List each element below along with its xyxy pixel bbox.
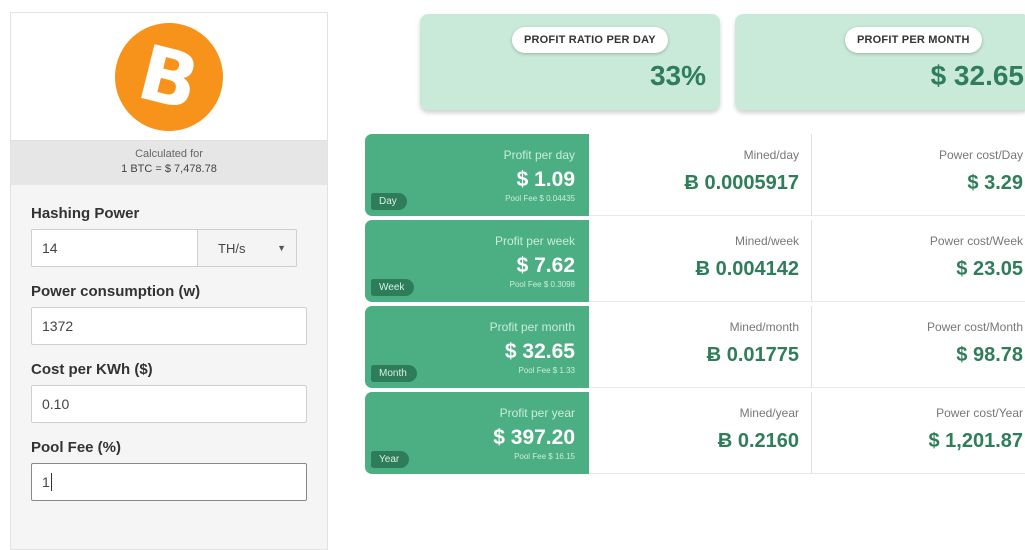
power-cost-cell: Power cost/Day $ 3.29	[812, 134, 1025, 216]
period-tag: Month	[371, 365, 417, 382]
bitcoin-logo-icon: B	[103, 11, 235, 142]
profit-label: Profit per year	[499, 406, 575, 420]
period-tag: Year	[371, 451, 410, 468]
hashing-power-label: Hashing Power	[31, 205, 140, 222]
calculated-for-label: Calculated for	[135, 148, 203, 160]
power-cost-label: Power cost/Month	[926, 320, 1023, 334]
calculator-form: Hashing Power 14 TH/s ▼ Power consumptio…	[11, 185, 327, 501]
results-table: Profit per day $ 1.09 Pool Fee $ 0.04435…	[365, 134, 1025, 478]
mined-label: Mined/day	[743, 148, 799, 162]
profit-cell: Profit per month $ 32.65 Pool Fee $ 1.33…	[365, 306, 589, 388]
mined-label: Mined/year	[739, 406, 799, 420]
results-row-day: Profit per day $ 1.09 Pool Fee $ 0.04435…	[365, 134, 1025, 216]
profit-value: $ 32.65	[504, 340, 575, 363]
profit-cell: Profit per day $ 1.09 Pool Fee $ 0.04435…	[365, 134, 589, 216]
power-cost-cell: Power cost/Year $ 1,201.87	[812, 392, 1025, 474]
power-cost-value: $ 3.29	[967, 172, 1023, 194]
pool-fee-label: Pool Fee (%)	[31, 439, 122, 456]
mined-cell: Mined/month Ƀ 0.01775	[589, 306, 812, 388]
pool-fee-input[interactable]: 1	[31, 463, 307, 501]
mined-value: Ƀ 0.2160	[717, 430, 799, 452]
power-cost-label: Power cost/Year	[936, 406, 1023, 420]
power-consumption-input[interactable]: 1372	[31, 307, 307, 345]
cost-per-kwh-label: Cost per KWh ($)	[31, 361, 153, 378]
mined-value: Ƀ 0.01775	[706, 344, 799, 366]
hashing-power-input[interactable]: 14	[31, 229, 197, 267]
results-row-month: Profit per month $ 32.65 Pool Fee $ 1.33…	[365, 306, 1025, 388]
logo-area: B	[11, 11, 327, 142]
power-cost-value: $ 98.78	[956, 344, 1023, 366]
results-row-week: Profit per week $ 7.62 Pool Fee $ 0.3098…	[365, 220, 1025, 302]
profit-value: $ 7.62	[516, 254, 575, 277]
profit-month-value: $ 32.65	[930, 60, 1024, 91]
profit-label: Profit per day	[503, 148, 575, 162]
power-cost-label: Power cost/Day	[938, 148, 1023, 162]
pool-fee-value: 1	[42, 474, 50, 490]
profit-value: $ 397.20	[493, 426, 575, 449]
mined-value: Ƀ 0.0005917	[684, 172, 799, 194]
btc-rate: 1 BTC = $ 7,478.78	[121, 163, 217, 175]
profit-label: Profit per week	[494, 234, 575, 248]
hashing-power-row: 14 TH/s ▼	[31, 229, 307, 267]
cost-per-kwh-input[interactable]: 0.10	[31, 385, 307, 423]
period-tag: Day	[371, 193, 407, 210]
profit-label: Profit per month	[489, 320, 575, 334]
mined-cell: Mined/year Ƀ 0.2160	[589, 392, 812, 474]
power-cost-label: Power cost/Week	[929, 234, 1023, 248]
mined-cell: Mined/day Ƀ 0.0005917	[589, 134, 812, 216]
profit-ratio-card: PROFIT RATIO PER DAY 33%	[420, 14, 720, 110]
power-cost-value: $ 1,201.87	[928, 430, 1023, 452]
mined-label: Mined/month	[729, 320, 799, 334]
profit-month-card: PROFIT PER MONTH $ 32.65	[735, 14, 1025, 110]
profit-value: $ 1.09	[516, 168, 575, 191]
mined-label: Mined/week	[734, 234, 799, 248]
hashing-unit-select[interactable]: TH/s ▼	[197, 229, 297, 267]
profit-ratio-label: PROFIT RATIO PER DAY	[512, 27, 668, 53]
hashing-unit-value: TH/s	[218, 240, 246, 256]
power-consumption-label: Power consumption (w)	[31, 283, 201, 300]
profit-ratio-value: 33%	[649, 60, 706, 91]
profit-cell: Profit per week $ 7.62 Pool Fee $ 0.3098…	[365, 220, 589, 302]
caret-down-icon: ▼	[277, 243, 286, 253]
mined-cell: Mined/week Ƀ 0.004142	[589, 220, 812, 302]
results-row-year: Profit per year $ 397.20 Pool Fee $ 16.1…	[365, 392, 1025, 474]
power-cost-cell: Power cost/Week $ 23.05	[812, 220, 1025, 302]
profit-cell: Profit per year $ 397.20 Pool Fee $ 16.1…	[365, 392, 589, 474]
power-cost-cell: Power cost/Month $ 98.78	[812, 306, 1025, 388]
power-cost-value: $ 23.05	[956, 258, 1023, 280]
profit-month-label: PROFIT PER MONTH	[845, 27, 982, 53]
exchange-rate-banner: Calculated for 1 BTC = $ 7,478.78	[11, 141, 327, 185]
mined-value: Ƀ 0.004142	[695, 258, 799, 280]
calculator-sidebar: B Calculated for 1 BTC = $ 7,478.78 Hash…	[10, 11, 328, 550]
period-tag: Week	[371, 279, 415, 296]
text-cursor	[50, 473, 52, 491]
